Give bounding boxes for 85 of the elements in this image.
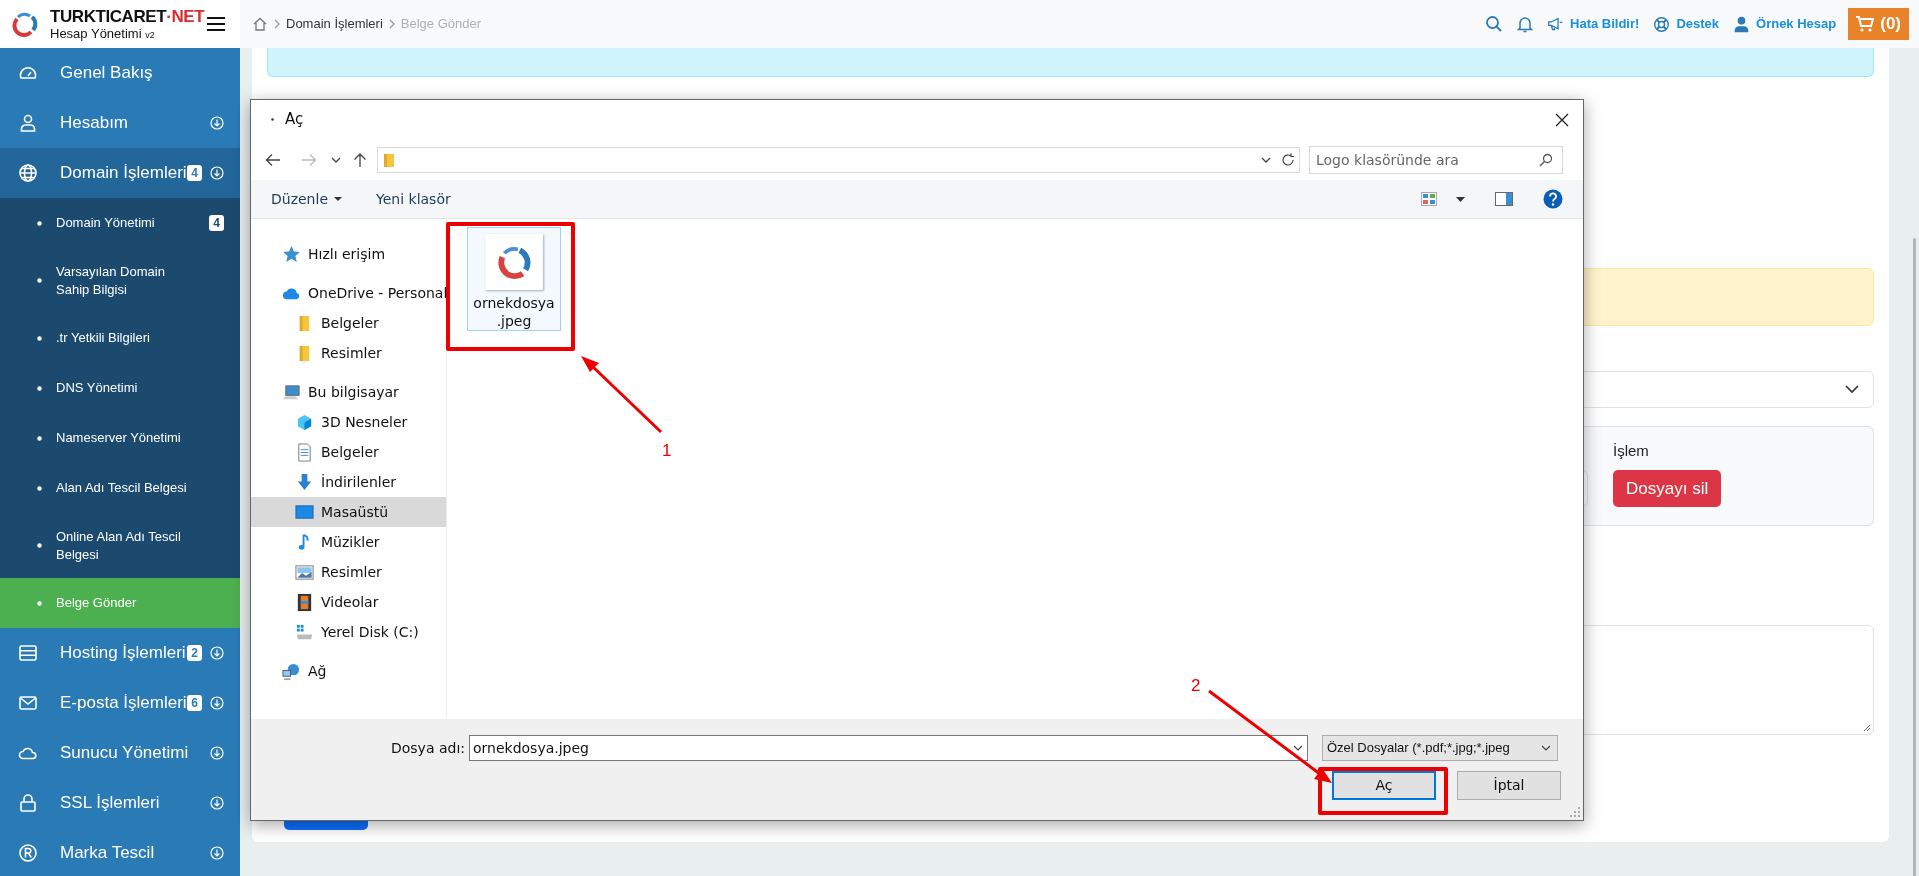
expand-icon — [210, 696, 224, 710]
bullet-icon — [37, 485, 42, 491]
expand-icon — [210, 846, 224, 860]
up-arrow-icon[interactable] — [353, 151, 367, 168]
sidebar-item[interactable]: Domain İşlemleri 4 — [0, 148, 240, 198]
column-label: İşlem — [1613, 440, 1650, 461]
bullet-icon — [37, 543, 42, 548]
star-icon — [282, 244, 301, 264]
count-badge: 6 — [187, 695, 202, 711]
back-arrow-icon[interactable] — [265, 152, 281, 167]
desktop-icon — [295, 502, 314, 522]
film-icon — [295, 592, 314, 612]
lock-icon — [18, 793, 38, 813]
refresh-icon[interactable] — [1281, 152, 1295, 167]
delete-button[interactable]: Dosyayı sil — [1613, 470, 1722, 507]
chevron-down-icon — [1293, 745, 1303, 751]
bullet-icon — [37, 600, 42, 606]
logo-icon — [12, 11, 38, 37]
bullet-icon — [37, 335, 42, 341]
expand-icon — [210, 116, 224, 130]
preview-pane-icon[interactable] — [1495, 192, 1513, 206]
annotation-label: 1 — [662, 442, 672, 459]
registered-icon — [18, 843, 38, 863]
bullet-icon — [37, 220, 42, 226]
computer-icon — [282, 382, 301, 402]
chevron-right-icon — [274, 19, 280, 29]
app-icon — [271, 118, 274, 121]
chevron-down-icon — [1541, 745, 1551, 751]
brand-subtitle: Hesap Yönetimi v2 — [50, 27, 156, 40]
search-icon — [1539, 152, 1553, 167]
bullet-icon — [37, 435, 42, 441]
tree-item[interactable]: Masaüstü — [251, 497, 446, 527]
count-badge: 4 — [209, 215, 224, 231]
expand-icon — [210, 646, 224, 660]
chevron-down-icon — [1845, 385, 1859, 394]
help-icon[interactable] — [1543, 189, 1563, 209]
disk-icon — [295, 622, 314, 642]
user-icon — [18, 113, 38, 133]
lifebuoy-icon — [1653, 15, 1671, 33]
count-badge: 4 — [187, 165, 202, 181]
cart-icon — [1856, 16, 1875, 32]
server-icon — [18, 643, 38, 663]
toolbar-button[interactable]: Düzenle — [271, 188, 342, 210]
caret-icon[interactable] — [1456, 196, 1465, 202]
user-icon — [1733, 15, 1750, 33]
home-icon[interactable] — [252, 16, 268, 32]
expand-icon — [210, 796, 224, 810]
dialog-title: Aç — [285, 109, 304, 131]
image-thumbnail — [485, 234, 543, 290]
dialog-button[interactable]: İptal — [1457, 771, 1561, 800]
mail-icon — [18, 693, 38, 713]
toolbar-button[interactable]: Yeni klasör — [376, 188, 451, 210]
tree-item[interactable]: OneDrive - Personal — [251, 278, 446, 308]
menu-icon[interactable] — [206, 16, 226, 32]
chevron-down-icon[interactable] — [331, 156, 341, 163]
chevron-down-icon[interactable] — [1261, 156, 1271, 163]
expand-icon — [210, 746, 224, 760]
close-icon[interactable] — [1555, 112, 1569, 127]
brand-name: TURKTICARET·NET — [50, 8, 205, 25]
breadcrumb-link[interactable]: Domain İşlemleri — [286, 14, 383, 34]
resize-grip-icon — [1863, 724, 1871, 732]
search-field[interactable]: Logo klasöründe ara — [1309, 145, 1563, 174]
bullet-icon — [37, 385, 42, 391]
bullet-icon — [37, 278, 42, 283]
bell-icon[interactable] — [1517, 15, 1534, 33]
view-options-icon[interactable] — [1421, 192, 1437, 206]
chevron-right-icon — [388, 19, 395, 29]
caret-icon — [334, 197, 342, 201]
megaphone-icon — [1547, 15, 1565, 33]
file-item[interactable]: ornekdosya.jpeg — [467, 227, 561, 331]
folder-icon — [383, 151, 395, 168]
file-type-dropdown[interactable]: Özel Dosyalar (*.pdf;*.jpg;*.jpeg — [1322, 735, 1558, 761]
annotation-label: 2 — [1191, 677, 1201, 694]
document-icon — [295, 442, 314, 462]
file-name-label: Dosya adı: — [389, 738, 466, 758]
count-badge: 2 — [187, 645, 202, 661]
network-icon — [282, 661, 301, 681]
expand-icon — [210, 166, 224, 180]
globe-icon — [18, 163, 38, 183]
image-icon — [295, 562, 314, 582]
dialog-button[interactable]: Aç — [1332, 771, 1436, 800]
file-name-field[interactable]: ornekdosya.jpeg — [469, 735, 1308, 761]
search-icon[interactable] — [1485, 15, 1504, 33]
resize-grip-icon[interactable] — [1570, 807, 1580, 817]
cube-icon — [295, 412, 314, 432]
